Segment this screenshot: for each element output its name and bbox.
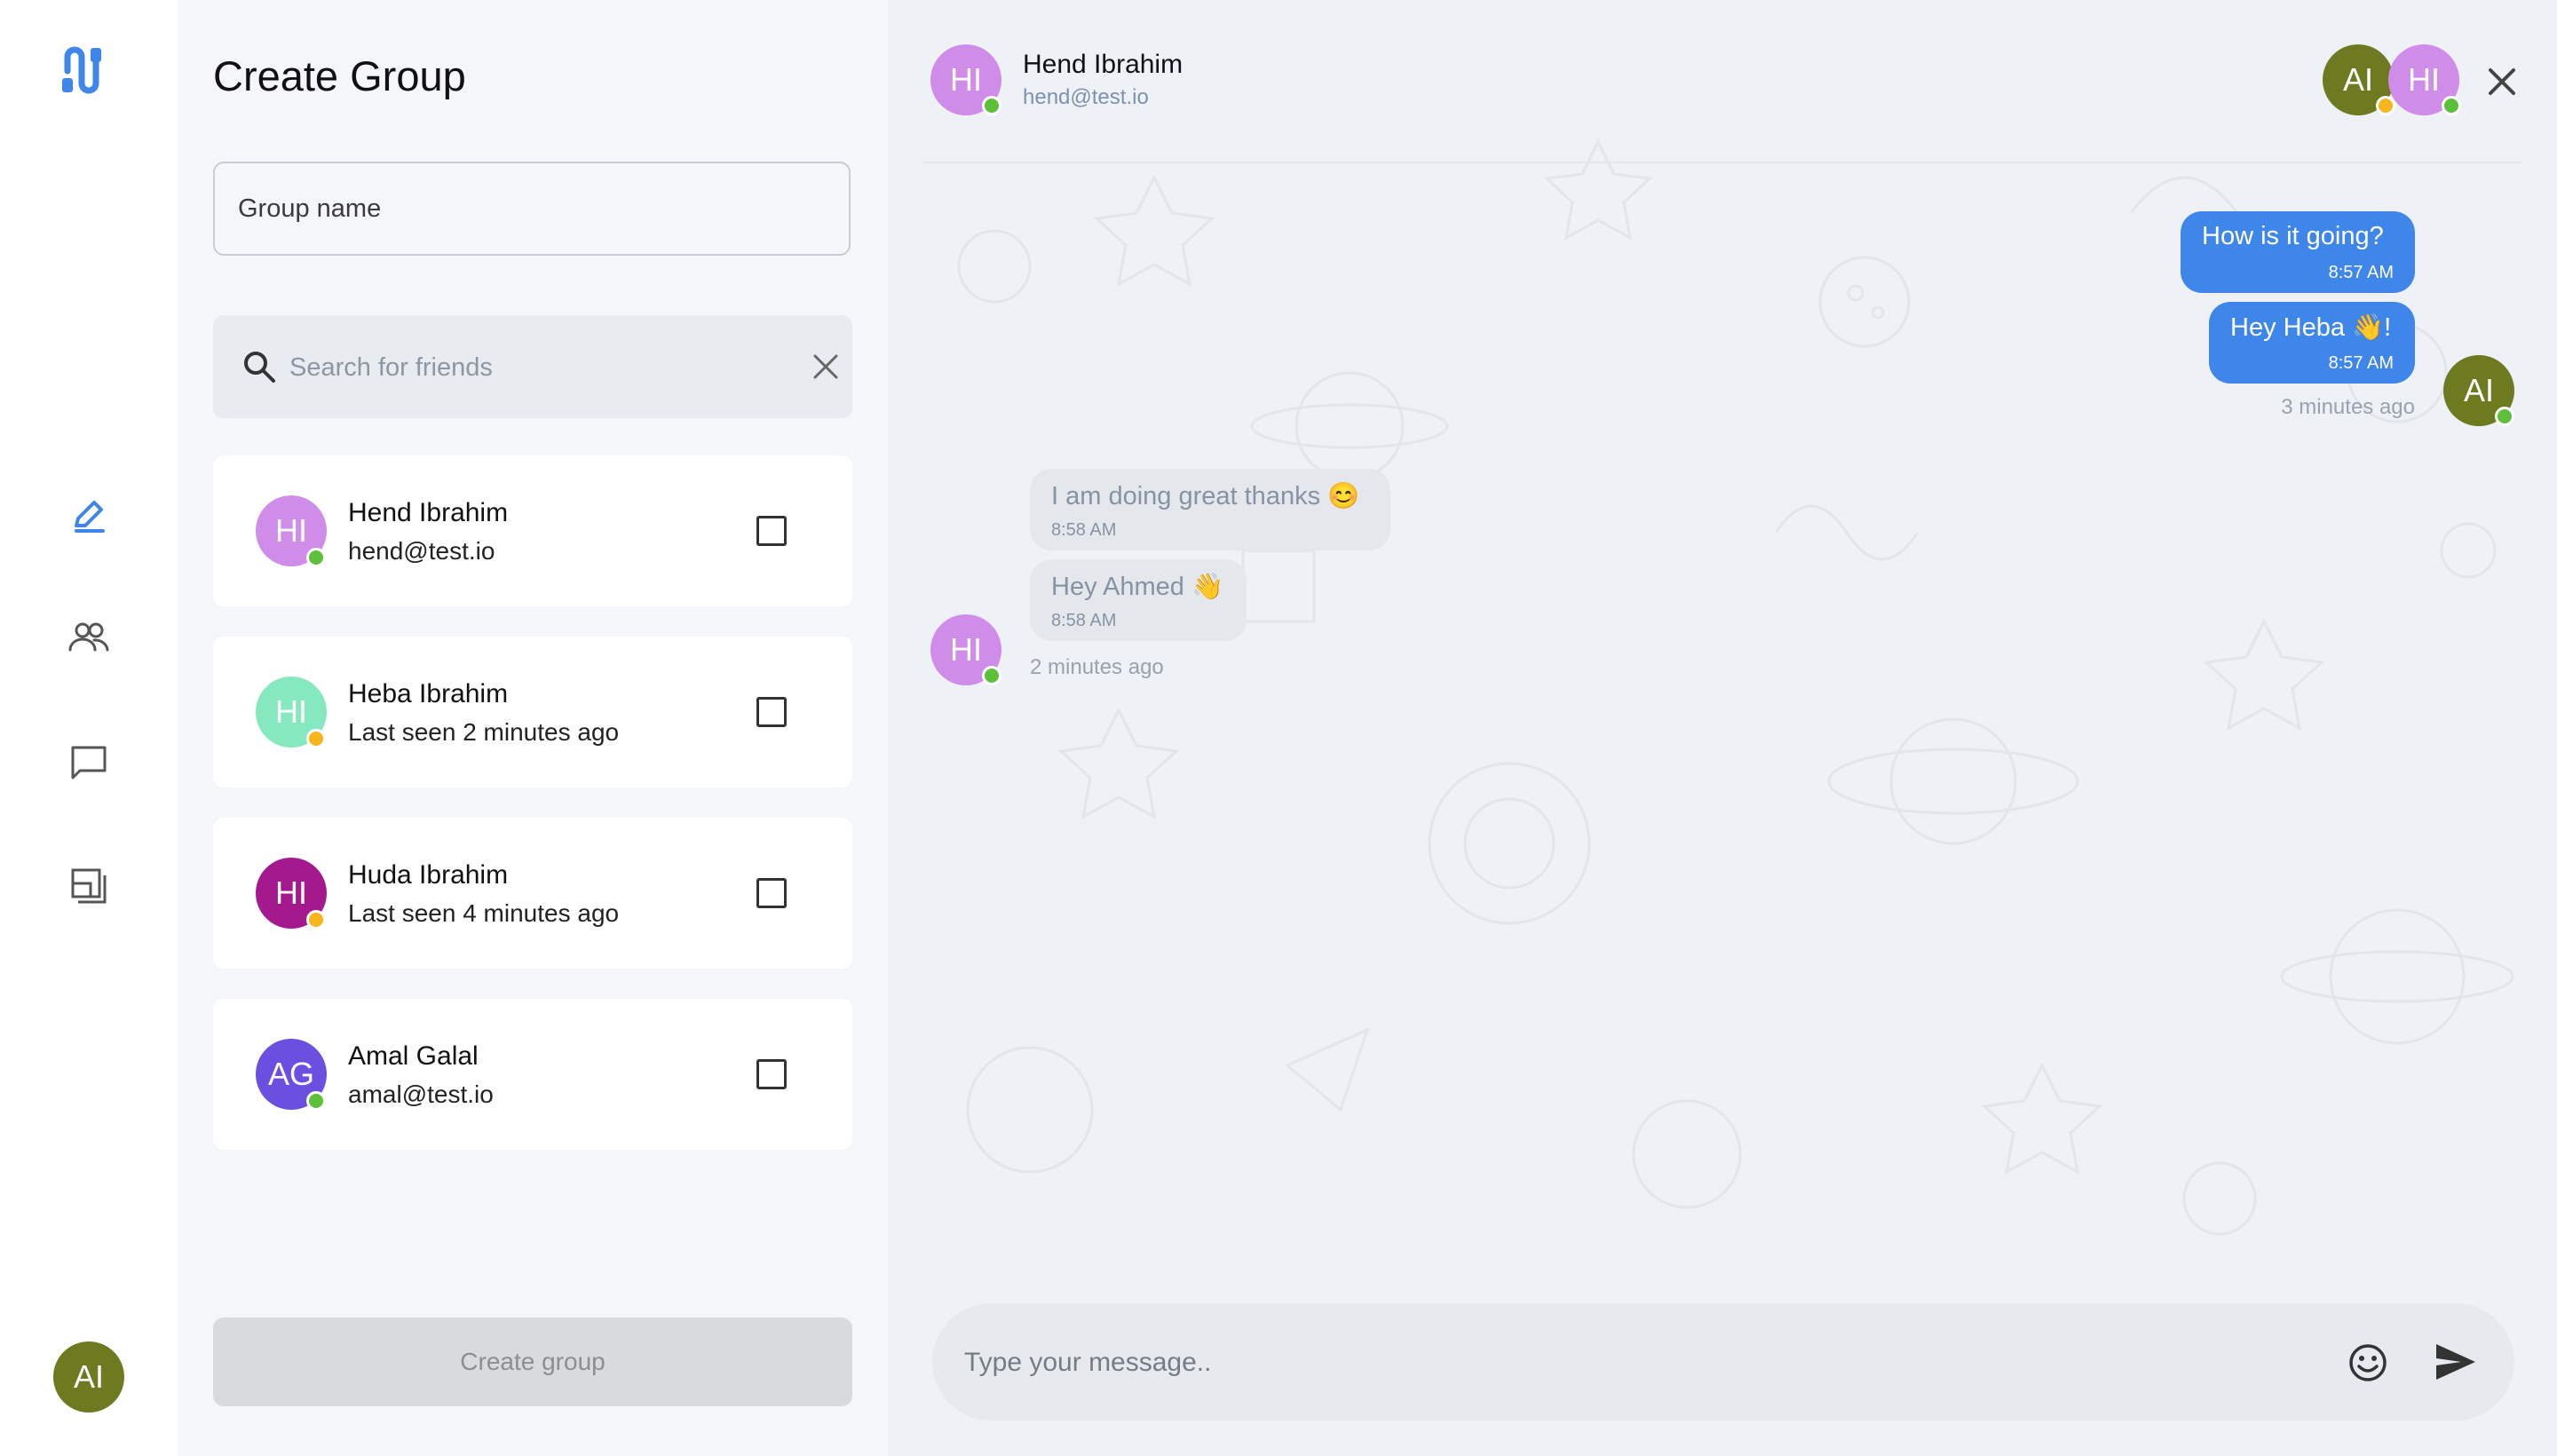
friend-name: Hend Ibrahim (348, 498, 509, 527)
message-text: I am doing great thanks 😊 (1051, 482, 1360, 510)
online-status-dot (2495, 407, 2514, 426)
incoming-message[interactable]: I am doing great thanks 😊 8:58 AM (1030, 469, 1390, 550)
message-time: 8:57 AM (2328, 353, 2394, 373)
select-checkbox[interactable] (756, 697, 787, 727)
app-logo[interactable] (59, 44, 119, 101)
group-name-input[interactable] (213, 162, 851, 256)
create-group-panel: Create Group HI Hend Ibrahim hend@test.i… (178, 0, 888, 1456)
away-status-dot (2376, 96, 2395, 115)
friend-subtitle: Last seen 2 minutes ago (348, 718, 620, 746)
chat-header: HI Hend Ibrahim hend@test.io AI HI (888, 0, 2557, 163)
friend-row-heba[interactable]: HI Heba Ibrahim Last seen 2 minutes ago (213, 637, 852, 787)
layout-icon (71, 868, 107, 904)
select-checkbox[interactable] (756, 878, 787, 908)
users-icon (68, 622, 109, 652)
outgoing-message[interactable]: Hey Heba 👋! 8:57 AM (2209, 302, 2415, 384)
close-icon[interactable] (2486, 66, 2518, 98)
layout-nav[interactable] (66, 863, 112, 909)
outgoing-message[interactable]: How is it going? 8:57 AM (2181, 211, 2415, 293)
chat-panel: HI Hend Ibrahim hend@test.io AI HI How i… (888, 0, 2557, 1456)
away-status-dot (306, 910, 326, 930)
select-checkbox[interactable] (756, 1059, 787, 1089)
clear-search-icon[interactable] (810, 351, 842, 383)
friend-name: Heba Ibrahim (348, 679, 509, 708)
contacts-nav[interactable] (66, 614, 112, 661)
emoji-icon[interactable] (2347, 1342, 2388, 1383)
select-checkbox[interactable] (756, 516, 787, 546)
send-icon[interactable] (2434, 1342, 2477, 1381)
friend-search (213, 315, 852, 418)
message-time: 8:58 AM (1051, 611, 1117, 630)
online-status-dot (982, 666, 1001, 685)
pen-icon (75, 501, 105, 533)
create-group-button[interactable]: Create group (213, 1318, 852, 1406)
friend-name: Huda Ibrahim (348, 860, 509, 890)
search-icon (244, 352, 275, 383)
message-time: 8:57 AM (2328, 263, 2394, 282)
message-text: Hey Heba 👋! (2230, 313, 2392, 342)
chats-nav[interactable] (66, 739, 112, 785)
received-timestamp: 2 minutes ago (1030, 655, 1164, 679)
incoming-message[interactable]: Hey Ahmed 👋 8:58 AM (1030, 559, 1247, 641)
message-text: Hey Ahmed 👋 (1051, 573, 1224, 601)
online-status-dot (306, 1091, 326, 1111)
message-composer (932, 1303, 2514, 1420)
friend-row-hend[interactable]: HI Hend Ibrahim hend@test.io (213, 455, 852, 606)
online-status-dot (982, 96, 1001, 115)
friend-row-amal[interactable]: AG Amal Galal amal@test.io (213, 999, 852, 1150)
online-status-dot (2442, 96, 2461, 115)
profile-avatar[interactable]: AI (53, 1341, 124, 1412)
search-input[interactable] (288, 340, 753, 395)
nav-rail: AI (0, 0, 178, 1456)
friend-subtitle: hend@test.io (348, 537, 495, 565)
friend-subtitle: amal@test.io (348, 1080, 494, 1108)
friend-row-huda[interactable]: HI Huda Ibrahim Last seen 4 minutes ago (213, 818, 852, 969)
friend-subtitle: Last seen 4 minutes ago (348, 899, 620, 927)
sent-timestamp: 3 minutes ago (2281, 395, 2415, 419)
message-time: 8:58 AM (1051, 520, 1117, 540)
message-text: How is it going? (2202, 222, 2384, 250)
page-title: Create Group (213, 52, 466, 99)
new-group-nav[interactable] (66, 492, 112, 538)
chat-icon (71, 746, 107, 779)
message-input[interactable] (962, 1333, 2253, 1392)
away-status-dot (306, 729, 326, 748)
header-divider (923, 162, 2521, 163)
contact-email: hend@test.io (1023, 85, 1149, 109)
contact-name: Hend Ibrahim (1023, 50, 1184, 79)
online-status-dot (306, 548, 326, 567)
friend-name: Amal Galal (348, 1041, 479, 1071)
